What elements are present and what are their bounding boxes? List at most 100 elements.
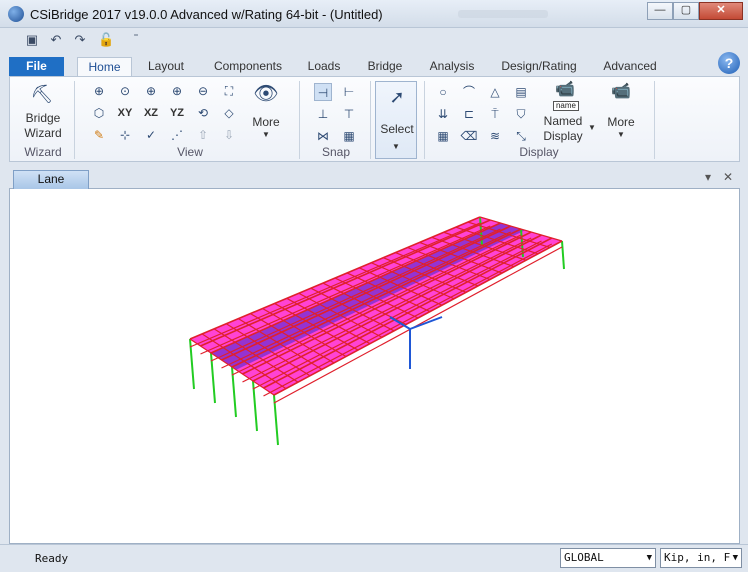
bridge-wizard-label-1[interactable]: Bridge: [18, 111, 68, 126]
display-triangle-icon[interactable]: △: [486, 83, 504, 101]
document-tab-bar: Lane ▾ ✕: [9, 168, 740, 189]
tab-bridge[interactable]: Bridge: [362, 57, 408, 77]
pan-icon[interactable]: ⊹: [116, 126, 134, 144]
display-spring-icon[interactable]: ≋: [486, 127, 504, 145]
display-frame-icon[interactable]: ⌒: [460, 83, 478, 101]
eye-icon[interactable]: 👁: [252, 84, 280, 109]
ribbon-separator: [299, 81, 300, 159]
bridge-wizard-label-2[interactable]: Wizard: [18, 126, 68, 141]
view-yz-button[interactable]: YZ: [168, 104, 186, 122]
perspective-icon[interactable]: ◇: [220, 104, 238, 122]
quick-access-toolbar: ▣ ↶ ↷ 🔓 ⁼: [0, 29, 748, 51]
tab-analysis[interactable]: Analysis: [424, 57, 480, 77]
select-button[interactable]: ➚ Select ▼: [375, 81, 417, 159]
minimize-button[interactable]: —: [647, 2, 673, 20]
display-section-icon[interactable]: ⊏: [460, 105, 478, 123]
display-path-icon[interactable]: ⤡: [512, 127, 530, 145]
zoom-extents-icon[interactable]: ⛶: [220, 82, 238, 100]
tab-design-rating[interactable]: Design/Rating: [496, 57, 582, 77]
tab-lane[interactable]: Lane: [13, 170, 89, 189]
status-bar: Ready GLOBAL ▼ Kip, in, F ▼: [0, 544, 748, 572]
bridge-model-3d[interactable]: [10, 189, 740, 544]
display-more-caret[interactable]: ▼: [617, 130, 625, 139]
view-3d-icon[interactable]: ⬡: [90, 104, 108, 122]
view-more-label[interactable]: More: [246, 115, 286, 130]
tab-home[interactable]: Home: [77, 57, 132, 78]
coord-system-value: GLOBAL: [564, 551, 604, 564]
select-caret: ▼: [392, 142, 400, 151]
zoom-window-icon[interactable]: ⊕: [90, 82, 108, 100]
qat-customize-button[interactable]: ⁼: [128, 32, 144, 48]
ribbon-separator: [424, 81, 425, 159]
coord-system-select[interactable]: GLOBAL ▼: [560, 548, 656, 568]
display-load-icon[interactable]: ⇊: [434, 105, 452, 123]
axes-icon[interactable]: ⋰: [168, 126, 186, 144]
chevron-down-icon: ▼: [646, 553, 652, 563]
bridge-wizard-icon[interactable]: ⛏: [26, 85, 58, 107]
snap-ends-icon[interactable]: ⊢: [340, 83, 358, 101]
display-circle-icon[interactable]: ○: [434, 83, 452, 101]
tab-file[interactable]: File: [9, 57, 64, 77]
document-list-button[interactable]: ▾: [705, 170, 711, 184]
maximize-button[interactable]: ▢: [673, 2, 699, 20]
snap-perpendicular-icon[interactable]: ⋈: [314, 127, 332, 145]
window-title: CSiBridge 2017 v19.0.0 Advanced w/Rating…: [30, 7, 383, 22]
tab-components[interactable]: Components: [208, 57, 288, 77]
display-eraser-icon[interactable]: ⌫: [460, 127, 478, 145]
named-display-caret[interactable]: ▼: [588, 123, 596, 132]
units-value: Kip, in, F: [664, 551, 731, 564]
cursor-arrow-icon: ➚: [389, 87, 405, 107]
ribbon-tab-bar: File Home Layout Components Loads Bridge…: [0, 53, 748, 78]
named-display-label-1[interactable]: Named: [540, 114, 586, 129]
redo-icon[interactable]: ↷: [72, 32, 88, 48]
view-xy-button[interactable]: XY: [116, 104, 134, 122]
view-xz-button[interactable]: XZ: [142, 104, 160, 122]
support-column: [561, 240, 565, 270]
status-text: Ready: [35, 552, 69, 565]
ribbon-separator: [370, 81, 371, 159]
title-bar: CSiBridge 2017 v19.0.0 Advanced w/Rating…: [0, 0, 748, 28]
view-more-caret[interactable]: ▼: [262, 130, 270, 139]
more-camera-icon[interactable]: 📹: [606, 83, 636, 107]
ribbon-home-panel: ⛏ Bridge Wizard Wizard ⊕ ⊙ ⊕ ⊕ ⊖ ⛶ ⬡ XY …: [9, 76, 740, 162]
named-display-badge: name: [553, 101, 579, 111]
display-shield-icon[interactable]: ⛉: [512, 105, 530, 123]
display-grid-icon[interactable]: ▦: [434, 127, 452, 145]
move-up-icon[interactable]: ⇧: [194, 126, 212, 144]
tab-advanced[interactable]: Advanced: [598, 57, 662, 77]
tab-layout[interactable]: Layout: [140, 57, 192, 77]
undo-icon[interactable]: ↶: [48, 32, 64, 48]
zoom-in-icon[interactable]: ⊕: [142, 82, 160, 100]
snap-grid-icon[interactable]: ▦: [340, 127, 358, 145]
display-joint-icon[interactable]: ⍑: [486, 105, 504, 123]
group-label-snap: Snap: [321, 145, 351, 159]
display-more-label[interactable]: More: [602, 115, 640, 130]
model-viewport[interactable]: [9, 189, 740, 544]
camera-icon[interactable]: 📹: [550, 81, 580, 101]
select-label: Select: [380, 122, 414, 136]
zoom-out-icon[interactable]: ⊖: [194, 82, 212, 100]
snap-intersection-icon[interactable]: ⊤: [340, 105, 358, 123]
zoom-full-icon[interactable]: ⊕: [168, 82, 186, 100]
snap-middle-icon[interactable]: ⊥: [314, 105, 332, 123]
close-button[interactable]: ✕: [699, 2, 743, 20]
lock-icon[interactable]: 🔓: [98, 32, 114, 48]
group-label-view: View: [177, 145, 203, 159]
help-button[interactable]: ?: [718, 52, 740, 74]
zoom-restore-icon[interactable]: ⊙: [116, 82, 134, 100]
move-down-icon[interactable]: ⇩: [220, 126, 238, 144]
rotate-view-icon[interactable]: ⟲: [194, 104, 212, 122]
pencil-icon[interactable]: ✎: [90, 126, 108, 144]
chevron-down-icon: ▼: [732, 553, 738, 563]
named-display-label-2[interactable]: Display: [540, 129, 586, 144]
ribbon-separator: [654, 81, 655, 159]
save-icon[interactable]: ▣: [24, 32, 40, 48]
app-logo-icon: [8, 6, 24, 22]
document-close-button[interactable]: ✕: [723, 170, 733, 184]
display-table-icon[interactable]: ▤: [512, 83, 530, 101]
snap-points-icon[interactable]: ⊣: [314, 83, 332, 101]
units-select[interactable]: Kip, in, F ▼: [660, 548, 742, 568]
tab-loads[interactable]: Loads: [302, 57, 346, 77]
watermark-ghost: [458, 10, 548, 18]
check-icon[interactable]: ✓: [142, 126, 160, 144]
